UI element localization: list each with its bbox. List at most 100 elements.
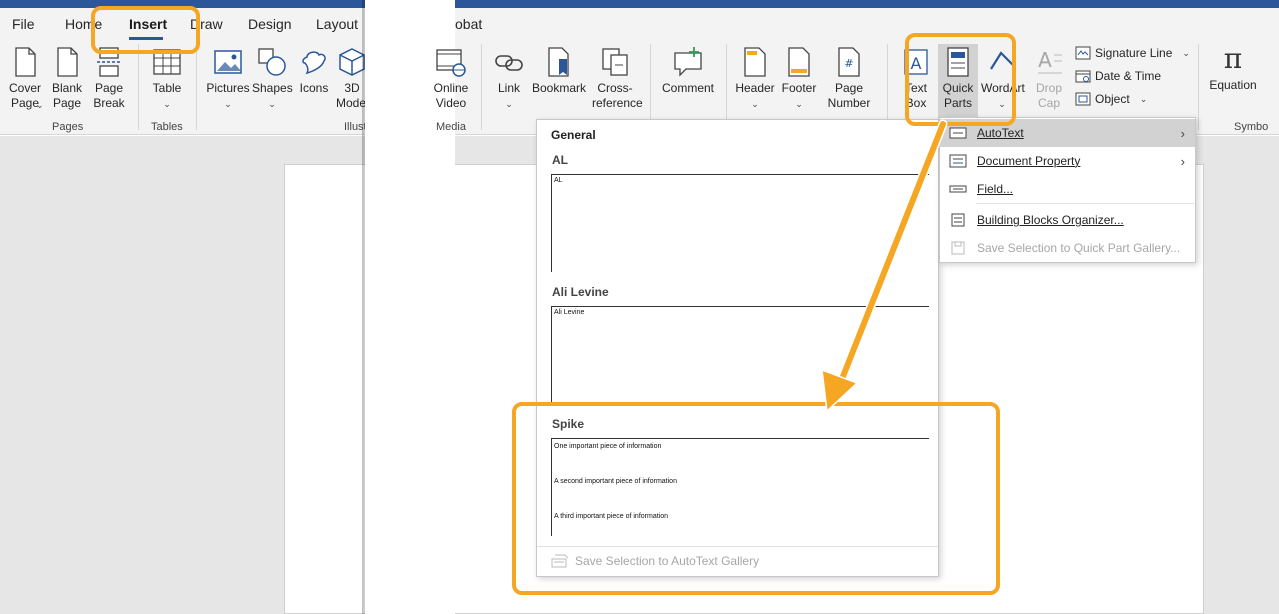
date-time-label: Date & Time bbox=[1095, 69, 1162, 83]
autotext-icon bbox=[949, 127, 967, 139]
menu-divider bbox=[976, 203, 1194, 204]
tab-design[interactable]: Design bbox=[248, 16, 292, 32]
bookmark-label: Bookmark bbox=[531, 81, 587, 95]
page-number-label: Page Number bbox=[827, 81, 871, 110]
date-time-button[interactable]: Date & Time bbox=[1075, 69, 1161, 83]
object-button[interactable]: Object ⌄ bbox=[1075, 92, 1147, 106]
menu-item-label: AutoText bbox=[977, 126, 1024, 140]
tab-file[interactable]: File bbox=[12, 16, 35, 32]
icons-label: Icons bbox=[299, 81, 329, 95]
page-break-button[interactable]: Page Break bbox=[92, 47, 126, 111]
object-label: Object bbox=[1095, 92, 1130, 106]
menu-item-building-blocks-organizer[interactable]: Building Blocks Organizer... bbox=[940, 206, 1195, 234]
header-label: Header bbox=[735, 81, 775, 95]
cross-reference-icon bbox=[602, 48, 628, 76]
comment-label: Comment bbox=[661, 81, 714, 95]
chevron-right-icon: › bbox=[1180, 153, 1185, 169]
group-label-media: Media bbox=[436, 121, 466, 133]
chevron-down-icon: ⌄ bbox=[36, 100, 44, 110]
header-button[interactable]: Header ⌄ bbox=[735, 47, 775, 112]
group-label-pages: Pages bbox=[52, 121, 84, 133]
menu-item-label: Field... bbox=[977, 182, 1014, 196]
menu-item-document-property[interactable]: Document Property › bbox=[940, 147, 1195, 175]
comment-button[interactable]: Comment bbox=[660, 47, 716, 96]
link-icon bbox=[495, 55, 523, 71]
signature-line-label: Signature Line bbox=[1095, 46, 1173, 60]
equation-label: Equation bbox=[1209, 78, 1257, 92]
table-label: Table bbox=[152, 81, 182, 95]
pi-icon: π bbox=[1223, 42, 1243, 75]
autotext-entry-ali-levine[interactable]: Ali Levine bbox=[551, 306, 929, 404]
menu-item-label: Building Blocks Organizer... bbox=[977, 213, 1124, 227]
autotext-entry-name: AL bbox=[552, 153, 568, 167]
icons-icon bbox=[302, 51, 326, 75]
equation-button[interactable]: π Equation bbox=[1207, 44, 1259, 93]
online-video-icon bbox=[436, 49, 466, 77]
cross-reference-label: Cross- reference bbox=[592, 81, 643, 110]
group-divider bbox=[481, 44, 482, 130]
object-icon bbox=[1075, 92, 1091, 106]
pictures-button[interactable]: Pictures ⌄ bbox=[206, 47, 250, 112]
footer-label: Footer bbox=[781, 81, 817, 95]
group-label-symbols: Symbo bbox=[1234, 121, 1269, 133]
chevron-down-icon: ⌄ bbox=[268, 99, 276, 109]
comment-icon bbox=[674, 47, 702, 77]
shapes-icon bbox=[258, 48, 286, 76]
save-icon bbox=[951, 241, 965, 255]
online-video-button[interactable]: Online Video bbox=[432, 47, 470, 111]
pictures-label: Pictures bbox=[206, 81, 250, 95]
chevron-down-icon: ⌄ bbox=[795, 99, 803, 109]
svg-text:A: A bbox=[1038, 48, 1052, 72]
autotext-preview-text: AL bbox=[554, 177, 563, 184]
document-property-icon bbox=[949, 154, 967, 168]
drop-cap-icon: A bbox=[1038, 48, 1062, 74]
menu-item-label: Document Property bbox=[977, 154, 1081, 168]
highlight-quick-parts bbox=[905, 33, 1016, 126]
cover-page-icon bbox=[15, 47, 36, 77]
icons-button[interactable]: Icons bbox=[298, 47, 330, 96]
page-number-button[interactable]: # Page Number bbox=[822, 47, 876, 111]
link-label: Link bbox=[497, 81, 520, 95]
chevron-right-icon: › bbox=[1180, 125, 1185, 141]
shapes-label: Shapes bbox=[252, 81, 293, 95]
group-divider bbox=[726, 44, 727, 130]
bookmark-button[interactable]: Bookmark bbox=[530, 47, 588, 96]
signature-line-icon bbox=[1075, 46, 1091, 60]
footer-button[interactable]: Footer ⌄ bbox=[780, 47, 818, 112]
chevron-down-icon: ⌄ bbox=[1139, 93, 1148, 104]
page-break-label: Page Break bbox=[93, 81, 125, 110]
menu-item-save-selection-quick-part[interactable]: Save Selection to Quick Part Gallery... bbox=[940, 234, 1195, 262]
shapes-button[interactable]: Shapes ⌄ bbox=[252, 47, 293, 112]
blank-page-label: Blank Page bbox=[51, 81, 83, 110]
group-divider bbox=[1198, 44, 1199, 130]
quick-parts-menu: AutoText › Document Property › Field... … bbox=[939, 117, 1196, 263]
blank-page-button[interactable]: Blank Page bbox=[50, 47, 84, 111]
highlight-insert-tab bbox=[91, 6, 200, 54]
autotext-entry-al[interactable]: AL bbox=[551, 174, 929, 272]
menu-item-field[interactable]: Field... bbox=[940, 175, 1195, 203]
autotext-entry-name: Ali Levine bbox=[552, 285, 609, 299]
tab-layout[interactable]: Layout bbox=[316, 16, 358, 32]
chevron-down-icon: ⌄ bbox=[224, 99, 232, 109]
page-number-icon: # bbox=[838, 47, 860, 77]
pictures-icon bbox=[214, 50, 242, 74]
drop-cap-button[interactable]: A Drop Cap bbox=[1031, 47, 1067, 111]
calendar-icon bbox=[1075, 70, 1091, 83]
chevron-down-icon: ⌄ bbox=[505, 99, 513, 109]
highlight-spike-entry bbox=[512, 402, 1000, 595]
svg-text:#: # bbox=[844, 57, 853, 70]
menu-item-label: Save Selection to Quick Part Gallery... bbox=[977, 241, 1181, 255]
group-divider bbox=[196, 44, 197, 130]
field-icon bbox=[949, 185, 967, 193]
gallery-section-header: General bbox=[551, 128, 596, 142]
drop-cap-label: Drop Cap bbox=[1035, 81, 1062, 110]
link-button[interactable]: Link ⌄ bbox=[493, 47, 525, 112]
chevron-down-icon: ⌄ bbox=[751, 99, 759, 109]
autotext-preview-text: Ali Levine bbox=[554, 309, 585, 316]
footer-icon bbox=[788, 47, 810, 77]
cross-reference-button[interactable]: Cross- reference bbox=[592, 47, 643, 111]
table-button[interactable]: Table ⌄ bbox=[150, 47, 184, 112]
header-icon bbox=[744, 47, 766, 77]
group-divider bbox=[138, 44, 139, 130]
signature-line-button[interactable]: Signature Line ⌄ bbox=[1075, 46, 1190, 60]
